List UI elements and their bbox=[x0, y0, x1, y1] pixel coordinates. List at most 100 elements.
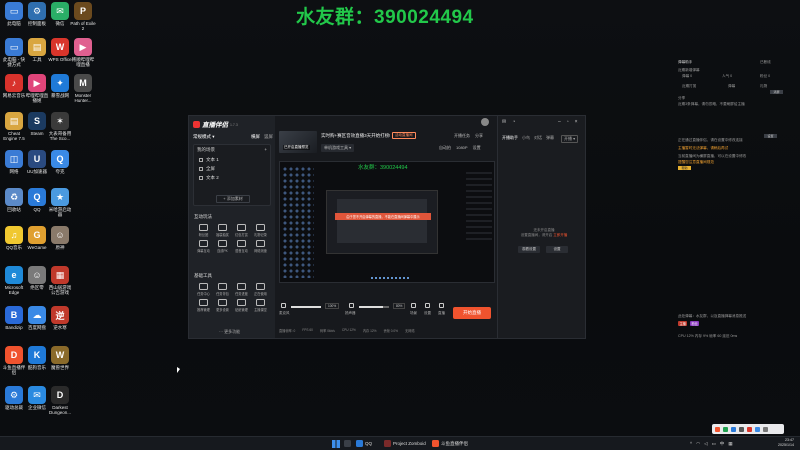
tool-button[interactable]: 主播课堂 bbox=[251, 299, 270, 312]
qq-tray-icon[interactable] bbox=[731, 426, 736, 432]
tab-portrait[interactable]: 竖屏 bbox=[264, 134, 273, 140]
desktop-icon[interactable]: Q 夸克 bbox=[47, 150, 73, 179]
tool-button[interactable]: 福袋抽奖 bbox=[213, 224, 232, 237]
live-mode-dropdown[interactable]: 开播 ▾ bbox=[561, 135, 579, 143]
tool-button[interactable]: 红包打赏 bbox=[232, 224, 251, 237]
tab-chat[interactable]: 对话 bbox=[534, 135, 542, 143]
tool-button[interactable]: 任务进度 bbox=[232, 283, 251, 296]
wifi-icon[interactable]: ◠ bbox=[696, 441, 700, 447]
speaker-volume-slider[interactable] bbox=[359, 306, 389, 308]
app-icon: W bbox=[51, 38, 69, 56]
gear-icon[interactable] bbox=[425, 303, 430, 308]
tool-button[interactable]: 贴纸管理 bbox=[232, 299, 251, 312]
search-icon[interactable] bbox=[344, 440, 351, 447]
more-functions-link[interactable]: ··· 更多功能 bbox=[219, 329, 240, 335]
desktop-icon[interactable]: P Path of Exile 2 bbox=[70, 2, 96, 31]
notification-icon[interactable]: ✉ bbox=[502, 119, 506, 125]
taskbar-item-douyu[interactable]: 斗鱼直播伴侣 bbox=[432, 440, 468, 447]
resolution-button[interactable]: 1080P bbox=[456, 145, 468, 151]
steam-tray-icon[interactable] bbox=[739, 426, 744, 432]
tab-danmaku[interactable]: 弹幕 bbox=[546, 135, 554, 143]
live-task-button[interactable]: 开播任务 bbox=[454, 133, 470, 139]
scene-icon[interactable] bbox=[411, 303, 416, 308]
tool-icon bbox=[256, 224, 265, 231]
scene-item[interactable]: 文本 2 bbox=[199, 174, 265, 182]
preview-inner-window bbox=[337, 199, 427, 243]
speaker-icon[interactable] bbox=[349, 303, 354, 308]
netdisk-tray-icon[interactable] bbox=[755, 426, 760, 432]
chevron-up-icon[interactable]: ^ bbox=[690, 441, 692, 447]
taskbar-item-qq[interactable]: QQ bbox=[356, 440, 372, 447]
tool-button[interactable]: 语音互动 bbox=[232, 240, 251, 253]
overlay-settings-button[interactable]: 设置 bbox=[764, 134, 777, 138]
tool-icon bbox=[237, 240, 246, 247]
tool-button[interactable]: 更多设置 bbox=[213, 299, 232, 312]
desktop-icon[interactable]: M Monster Hunter... bbox=[70, 74, 96, 103]
overlay-help-button[interactable]: 帮助 bbox=[678, 166, 691, 170]
desktop-icon[interactable]: ▦ 西山居游戏 公告游戏 bbox=[47, 266, 73, 295]
desktop-icon[interactable]: ▶ 韩顺哔哩哔哩直播 bbox=[70, 38, 96, 67]
tool-button[interactable]: 连线PK bbox=[213, 240, 232, 253]
live-preview-canvas[interactable]: 水友群：390024494 由于您不开启弹幕的直播，不能在直播间弹幕中展示 bbox=[279, 161, 495, 283]
share-button[interactable]: 分享 bbox=[475, 133, 483, 139]
start-live-button[interactable]: 开始直播 bbox=[453, 307, 491, 319]
tool-button[interactable]: 任务背包 bbox=[213, 283, 232, 296]
qq-icon bbox=[356, 440, 363, 447]
desktop-icon[interactable]: ★ 米哈游启动器 bbox=[47, 188, 73, 217]
system-clock[interactable]: 23:47 2025/1/14 bbox=[768, 438, 794, 448]
tool-button[interactable]: 礼物记录 bbox=[251, 224, 270, 237]
battery-icon[interactable]: ▭ bbox=[712, 441, 716, 447]
scene-item[interactable]: 全屏 bbox=[199, 165, 265, 173]
desktop-icon[interactable]: D Darkest Dungeon... bbox=[47, 386, 73, 415]
close-icon[interactable]: × bbox=[575, 119, 578, 125]
live-icon[interactable] bbox=[439, 303, 444, 308]
desktop-icon[interactable]: W 魔兽世界 bbox=[47, 346, 73, 375]
volume-icon[interactable]: ◁ bbox=[704, 441, 707, 447]
add-source-button[interactable]: + 添加素材 bbox=[216, 195, 250, 203]
auto-record-button[interactable]: 自动拍 bbox=[439, 145, 451, 151]
wechat-tray-icon[interactable] bbox=[723, 426, 728, 432]
side-settings-button[interactable]: 设置 bbox=[546, 246, 568, 253]
preview-desktop-icons bbox=[282, 166, 314, 278]
desktop-icon[interactable]: ✶ 大表哥备用The Sco... bbox=[47, 112, 73, 141]
overlay-line: 近期3条弹幕，请勿忽略，不要刷屏给主播 bbox=[678, 102, 745, 106]
tab-landscape[interactable]: 横屏 bbox=[251, 134, 260, 140]
ime-icon[interactable]: 中 bbox=[720, 441, 725, 447]
start-live-link[interactable]: 立即开播 bbox=[553, 233, 567, 237]
maximize-icon[interactable]: ▫ bbox=[567, 119, 569, 125]
speaker-volume-value[interactable]: 80% bbox=[393, 303, 406, 309]
windows-start-icon[interactable] bbox=[332, 440, 340, 448]
user-avatar[interactable] bbox=[481, 118, 489, 126]
desktop-icon[interactable]: ☺ 原神 bbox=[47, 226, 73, 255]
desktop-icon[interactable]: 逆逆水寒 bbox=[47, 306, 73, 335]
mic-volume-slider[interactable] bbox=[291, 306, 321, 308]
viewer-settings-button[interactable]: 观看设置 bbox=[518, 246, 540, 253]
tool-button[interactable]: 推荐管理 bbox=[194, 299, 213, 312]
mic-volume-value[interactable]: 100% bbox=[325, 303, 340, 309]
tool-button[interactable]: 弹幕互动 bbox=[194, 240, 213, 253]
add-scene-icon[interactable]: + bbox=[264, 147, 267, 153]
live-companion-window: 直播伴侣 1.7.3 常规模式 ▾ 横屏 竖屏 我的场景 + 文本 1 全屏 文… bbox=[188, 115, 586, 339]
overlay-clear-button[interactable]: 清屏 bbox=[770, 90, 783, 94]
tool-icon bbox=[218, 224, 227, 231]
tool-button[interactable]: 任务中心 bbox=[194, 283, 213, 296]
interactive-tools-grid: 粉丝团 福袋抽奖 红包打赏 礼物记录弹幕互动 连线PK 语音互动 网络测速 bbox=[194, 224, 270, 253]
mode-dropdown[interactable]: 常规模式 ▾ bbox=[193, 134, 215, 140]
tab-live-assistant[interactable]: 开播助手 bbox=[502, 135, 518, 143]
misc-tray-icon[interactable] bbox=[763, 426, 768, 432]
settings-button[interactable]: 设置 bbox=[473, 145, 481, 151]
stream-title[interactable]: 实时购+赛区音效直播3天开始打榜! bbox=[321, 133, 390, 139]
microphone-icon[interactable] bbox=[281, 303, 286, 308]
tab-xiaoniao[interactable]: 小鸟 bbox=[522, 135, 530, 143]
wps-tray-icon[interactable] bbox=[747, 426, 752, 432]
taskbar-item-zomboid[interactable]: Project Zomboid bbox=[384, 440, 426, 447]
headset-icon[interactable]: ◔ bbox=[512, 119, 515, 125]
tool-button[interactable]: 网络测速 bbox=[251, 240, 270, 253]
douyu-tray-icon[interactable] bbox=[715, 426, 720, 432]
category-selector[interactable]: 单机游戏工具 ▾ bbox=[321, 144, 355, 152]
tool-button[interactable]: 正在使用 bbox=[251, 283, 270, 296]
scene-item[interactable]: 文本 1 bbox=[199, 156, 265, 164]
tool-button[interactable]: 粉丝团 bbox=[194, 224, 213, 237]
keyboard-icon[interactable]: ▦ bbox=[728, 441, 732, 447]
minimize-icon[interactable]: – bbox=[558, 119, 561, 125]
